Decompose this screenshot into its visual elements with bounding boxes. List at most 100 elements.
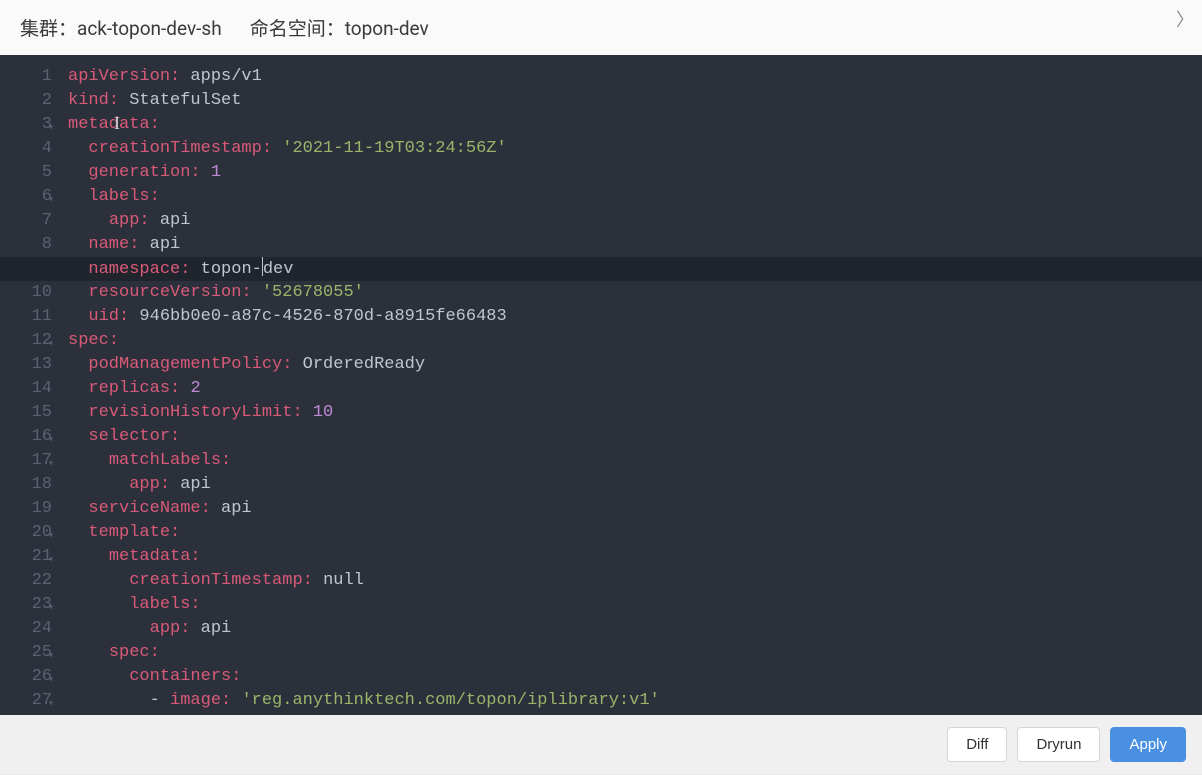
token-k: containers:: [129, 667, 241, 686]
token-s: api: [201, 619, 232, 638]
line-number: 4: [14, 137, 52, 161]
token-s: 946bb0e0-a87c-4526-870d-a8915fe66483: [139, 307, 506, 326]
cluster-label: 集群：: [20, 17, 77, 40]
line-number: 22: [14, 569, 52, 593]
token-p: [68, 163, 88, 182]
code-line[interactable]: revisionHistoryLimit: 10: [68, 401, 1192, 425]
token-p: [68, 379, 88, 398]
line-number: 7: [14, 209, 52, 233]
token-p: [211, 499, 221, 518]
token-p: [292, 355, 302, 374]
token-k: podManagementPolicy:: [88, 355, 292, 374]
token-p: [68, 667, 129, 686]
token-p: [68, 235, 88, 254]
token-p: [68, 211, 109, 230]
code-line[interactable]: namespace: topon-dev: [68, 257, 1192, 281]
line-number: 25: [14, 641, 52, 665]
token-sq: '2021-11-19T03:24:56Z': [282, 139, 506, 158]
cluster-info: 集群：ack-topon-dev-sh: [20, 14, 222, 41]
code-line[interactable]: containers:: [68, 665, 1192, 689]
token-p: [68, 403, 88, 422]
token-n: 10: [313, 403, 333, 422]
token-s: api: [160, 211, 191, 230]
token-p: [68, 260, 88, 279]
line-number: 23: [14, 593, 52, 617]
code-line[interactable]: creationTimestamp: null: [68, 569, 1192, 593]
token-p: [272, 139, 282, 158]
token-k: uid:: [88, 307, 129, 326]
token-p: [68, 571, 129, 590]
code-line[interactable]: template:: [68, 521, 1192, 545]
token-k: resourceVersion:: [88, 283, 251, 302]
token-p: [68, 595, 129, 614]
token-k: image:: [170, 691, 231, 710]
token-k: serviceName:: [88, 499, 210, 518]
line-number: 24: [14, 617, 52, 641]
code-line[interactable]: matchLabels:: [68, 449, 1192, 473]
close-icon[interactable]: 〉: [1176, 6, 1194, 32]
dryrun-button[interactable]: Dryrun: [1017, 727, 1100, 762]
yaml-editor[interactable]: I 12345678910111213141516171819202122232…: [0, 55, 1202, 715]
token-k: spec:: [109, 643, 160, 662]
token-p: [119, 91, 129, 110]
line-number: 15: [14, 401, 52, 425]
code-line[interactable]: labels:: [68, 593, 1192, 617]
token-n: 2: [190, 379, 200, 398]
token-s: OrderedReady: [303, 355, 425, 374]
code-line[interactable]: kind: StatefulSet: [68, 89, 1192, 113]
line-number: 21: [14, 545, 52, 569]
code-line[interactable]: podManagementPolicy: OrderedReady: [68, 353, 1192, 377]
code-line[interactable]: apiVersion: apps/v1: [68, 65, 1192, 89]
code-line[interactable]: app: api: [68, 473, 1192, 497]
line-number: 8: [14, 233, 52, 257]
apply-button[interactable]: Apply: [1110, 727, 1186, 762]
token-p: [180, 67, 190, 86]
cluster-value: ack-topon-dev-sh: [77, 17, 222, 40]
token-p: [68, 139, 88, 158]
code-line[interactable]: selector:: [68, 425, 1192, 449]
code-line[interactable]: resourceVersion: '52678055': [68, 281, 1192, 305]
code-line[interactable]: spec:: [68, 641, 1192, 665]
namespace-value: topon-dev: [345, 17, 429, 40]
code-line[interactable]: creationTimestamp: '2021-11-19T03:24:56Z…: [68, 137, 1192, 161]
code-line[interactable]: spec:: [68, 329, 1192, 353]
token-sq: 'reg.anythinktech.com/topon/iplibrary:v1…: [241, 691, 659, 710]
line-number: 19: [14, 497, 52, 521]
token-k: metadata:: [109, 547, 201, 566]
code-line[interactable]: - image: 'reg.anythinktech.com/topon/ipl…: [68, 689, 1192, 713]
token-k: selector:: [88, 427, 180, 446]
code-line[interactable]: metadata:: [68, 545, 1192, 569]
line-number: 6: [14, 185, 52, 209]
diff-button[interactable]: Diff: [947, 727, 1007, 762]
line-number: 11: [14, 305, 52, 329]
token-k: creationTimestamp:: [129, 571, 313, 590]
token-k: template:: [88, 523, 180, 542]
dialog-header: 集群：ack-topon-dev-sh 命名空间：topon-dev 〉: [0, 0, 1202, 55]
code-area[interactable]: apiVersion: apps/v1kind: StatefulSetmeta…: [62, 55, 1202, 715]
token-s: api: [221, 499, 252, 518]
line-number: 18: [14, 473, 52, 497]
token-n: 1: [211, 163, 221, 182]
text-cursor-icon: I: [114, 111, 120, 135]
code-line[interactable]: app: api: [68, 209, 1192, 233]
token-k: labels:: [88, 187, 159, 206]
token-k: creationTimestamp:: [88, 139, 272, 158]
code-line[interactable]: labels:: [68, 185, 1192, 209]
line-number: 12: [14, 329, 52, 353]
code-line[interactable]: uid: 946bb0e0-a87c-4526-870d-a8915fe6648…: [68, 305, 1192, 329]
token-p: [68, 643, 109, 662]
code-line[interactable]: name: api: [68, 233, 1192, 257]
token-p: [170, 475, 180, 494]
code-line[interactable]: replicas: 2: [68, 377, 1192, 401]
token-s: dev: [263, 260, 294, 279]
code-line[interactable]: app: api: [68, 617, 1192, 641]
token-sq: '52678055': [262, 283, 364, 302]
token-p: [68, 187, 88, 206]
code-line[interactable]: metadata:: [68, 113, 1192, 137]
token-s: null: [323, 571, 364, 590]
token-k: kind:: [68, 91, 119, 110]
code-line[interactable]: serviceName: api: [68, 497, 1192, 521]
code-line[interactable]: generation: 1: [68, 161, 1192, 185]
token-k: name:: [88, 235, 139, 254]
token-k: matchLabels:: [109, 451, 231, 470]
